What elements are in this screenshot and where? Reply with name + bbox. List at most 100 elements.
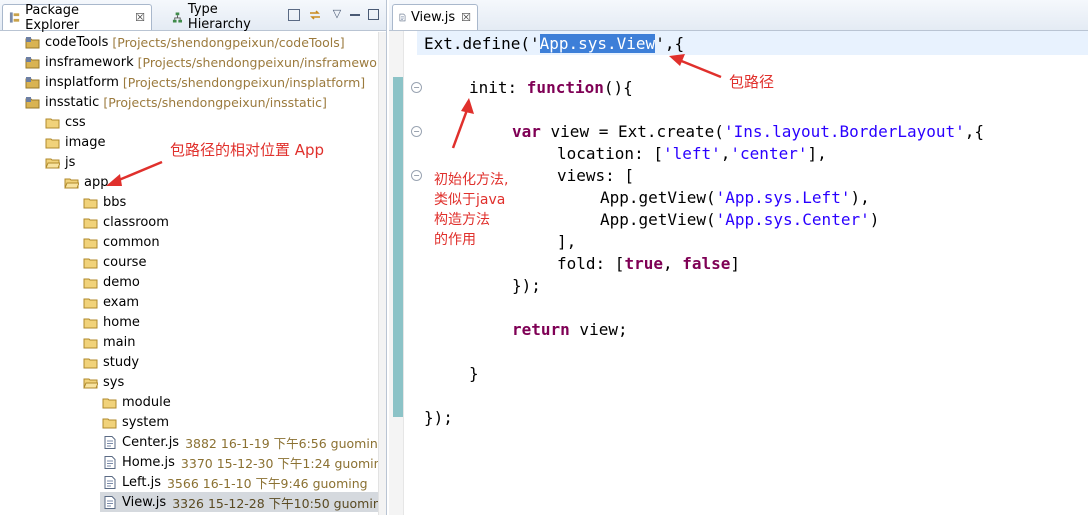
folder-open-icon xyxy=(83,378,98,388)
tree-item-project[interactable]: insplatform [Projects/shendongpeixun/insp… xyxy=(25,72,365,92)
project-icon xyxy=(25,76,40,88)
project-name: codeTools xyxy=(45,34,109,50)
tree-item-folder[interactable]: common xyxy=(83,232,160,252)
view-menu-icon[interactable]: ▽ xyxy=(331,8,343,20)
folder-icon xyxy=(83,338,98,348)
project-icon xyxy=(25,96,40,108)
tab-view-js[interactable]: View.js ☒ xyxy=(392,4,478,30)
js-file-icon xyxy=(104,475,116,489)
close-icon[interactable]: ☒ xyxy=(461,11,471,24)
code-line: }); xyxy=(424,408,453,427)
code-line: var view = Ext.create('Ins.layout.Border… xyxy=(512,122,985,141)
tree-item-project[interactable]: insframework [Projects/shendongpeixun/ins… xyxy=(25,52,387,72)
tree-item-folder[interactable]: demo xyxy=(83,272,140,292)
folder-name: system xyxy=(122,414,169,430)
tree-item-folder[interactable]: js xyxy=(45,152,75,172)
file-name: View.js xyxy=(122,494,167,510)
js-file-icon xyxy=(104,455,116,469)
file-meta: 3370 15-12-30 下午1:24 guoming xyxy=(180,455,387,471)
project-icon xyxy=(25,36,40,48)
code-line: return view; xyxy=(512,320,628,339)
tree-item-folder[interactable]: main xyxy=(83,332,135,352)
project-path: [Projects/shendongpeixun/insplatform] xyxy=(122,74,366,90)
close-icon[interactable]: ☒ xyxy=(135,11,145,24)
file-meta: 3566 16-1-10 下午9:46 guoming xyxy=(166,475,368,491)
folder-open-icon xyxy=(64,178,79,188)
file-meta: 3882 16-1-19 下午6:56 guoming xyxy=(185,435,386,451)
tab-type-hierarchy[interactable]: Type Hierarchy xyxy=(166,2,282,32)
code-line: App.getView('App.sys.Center') xyxy=(600,210,880,229)
maximize-icon[interactable] xyxy=(368,9,379,20)
tree-item-file[interactable]: Left.js 3566 16-1-10 下午9:46 guoming xyxy=(102,472,368,492)
file-meta: 3326 15-12-28 下午10:50 guoming xyxy=(172,495,387,511)
folder-name: bbs xyxy=(103,194,127,210)
annotation-arrow-package-path xyxy=(669,54,722,79)
folder-icon xyxy=(83,218,98,228)
tree-item-project[interactable]: insstatic [Projects/shendongpeixun/inssta… xyxy=(25,92,327,112)
tree-item-folder[interactable]: bbs xyxy=(83,192,126,212)
project-path: [Projects/shendongpeixun/codeTools] xyxy=(112,34,345,50)
tree-item-folder[interactable]: course xyxy=(83,252,146,272)
project-name: insstatic xyxy=(45,94,100,110)
package-explorer-panel: Package Explorer ☒ Type Hierarchy ▽ code… xyxy=(0,0,387,515)
link-with-editor-icon[interactable] xyxy=(308,8,322,22)
tree-item-folder[interactable]: home xyxy=(83,312,140,332)
project-path: [Projects/shendongpeixun/insstatic] xyxy=(103,94,327,110)
project-name: insplatform xyxy=(45,74,119,90)
tree-item-folder[interactable]: study xyxy=(83,352,139,372)
fold-toggle-icon[interactable]: − xyxy=(411,126,422,137)
tree-item-folder[interactable]: system xyxy=(102,412,169,432)
folder-icon xyxy=(83,318,98,328)
type-hierarchy-icon xyxy=(172,11,183,23)
tree-item-folder[interactable]: exam xyxy=(83,292,139,312)
folder-icon xyxy=(83,238,98,248)
project-path: [Projects/shendongpeixun/insframework] xyxy=(137,54,387,70)
code-line: location: ['left','center'], xyxy=(557,144,827,163)
tab-package-explorer[interactable]: Package Explorer ☒ xyxy=(2,3,152,33)
annotation-init-line-4: 的作用 xyxy=(434,232,476,248)
fold-toggle-icon[interactable]: − xyxy=(411,82,422,93)
folder-icon xyxy=(83,298,98,308)
folder-name: common xyxy=(103,234,160,250)
code-line: ], xyxy=(557,232,577,251)
js-file-icon xyxy=(104,435,116,449)
folder-icon xyxy=(102,418,117,428)
tree-item-file[interactable]: Center.js 3882 16-1-19 下午6:56 guoming xyxy=(102,432,386,452)
folder-icon xyxy=(83,198,98,208)
annotation-init-line-2: 类似于java xyxy=(434,192,506,208)
folder-open-icon xyxy=(45,158,60,168)
collapse-all-icon[interactable] xyxy=(288,9,300,21)
folder-name: sys xyxy=(103,374,125,390)
tree-item-folder[interactable]: module xyxy=(102,392,171,412)
selected-text: App.sys.View xyxy=(539,34,656,53)
vertical-scrollbar[interactable] xyxy=(378,32,386,515)
editor-panel: View.js ☒ − − − Ext.define('App.sys.View… xyxy=(389,0,1088,515)
tree-item-folder[interactable]: image xyxy=(45,132,106,152)
folder-name: main xyxy=(103,334,136,350)
folder-icon xyxy=(45,118,60,128)
tree-item-project[interactable]: codeTools [Projects/shendongpeixun/codeTo… xyxy=(25,32,345,52)
tree-item-folder[interactable]: classroom xyxy=(83,212,169,232)
project-icon xyxy=(25,56,40,68)
folder-name: js xyxy=(65,154,76,170)
folder-name: module xyxy=(122,394,171,410)
folder-icon xyxy=(83,258,98,268)
file-name: Center.js xyxy=(122,434,180,450)
left-tab-bar: Package Explorer ☒ Type Hierarchy ▽ xyxy=(0,0,386,33)
file-name: Left.js xyxy=(122,474,161,490)
tree-item-file-selected[interactable]: View.js 3326 15-12-28 下午10:50 guoming xyxy=(100,492,386,512)
folder-name: classroom xyxy=(103,214,169,230)
folder-name: css xyxy=(65,114,86,130)
tree-item-file[interactable]: Home.js 3370 15-12-30 下午1:24 guoming xyxy=(102,452,387,472)
minimize-icon[interactable] xyxy=(350,14,360,16)
folder-icon xyxy=(83,278,98,288)
annotation-arrow-init xyxy=(451,98,474,149)
code-line: fold: [true, false] xyxy=(557,254,741,273)
folder-name: exam xyxy=(103,294,140,310)
tree-item-folder[interactable]: css xyxy=(45,112,86,132)
folder-name: demo xyxy=(103,274,140,290)
folder-name: home xyxy=(103,314,140,330)
fold-toggle-icon[interactable]: − xyxy=(411,170,422,181)
tree-item-folder[interactable]: sys xyxy=(83,372,124,392)
code-line: views: [ xyxy=(557,166,635,185)
